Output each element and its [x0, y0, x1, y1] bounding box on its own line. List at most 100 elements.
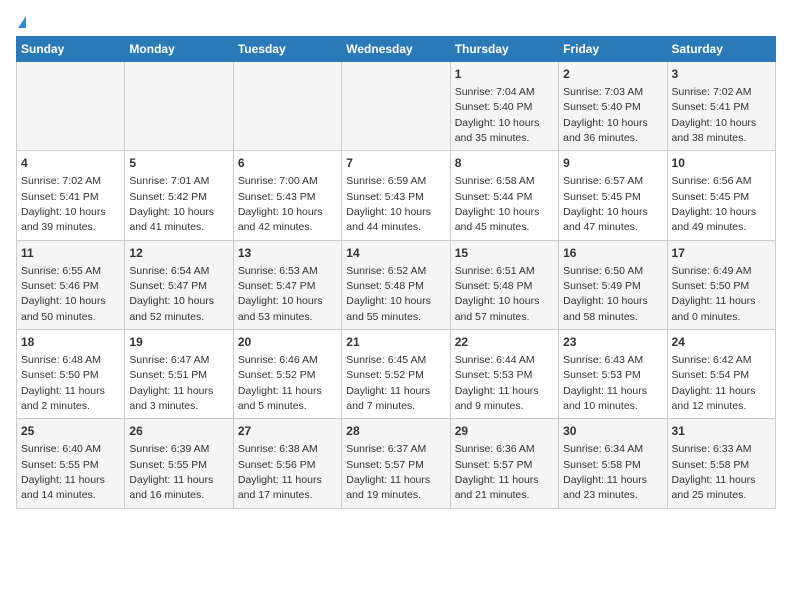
day-number: 20 — [238, 334, 337, 351]
calendar-cell: 2 Sunrise: 7:03 AM Sunset: 5:40 PM Daylig… — [559, 62, 667, 151]
calendar-cell: 25 Sunrise: 6:40 AM Sunset: 5:55 PM Dayli… — [17, 419, 125, 508]
day-number: 15 — [455, 245, 554, 262]
day-number: 17 — [672, 245, 771, 262]
day-info: Sunrise: 6:42 AM Sunset: 5:54 PM Dayligh… — [672, 354, 756, 412]
day-number: 22 — [455, 334, 554, 351]
week-row-1: 1 Sunrise: 7:04 AM Sunset: 5:40 PM Daylig… — [17, 62, 776, 151]
calendar-cell: 13Sunrise: 6:53 AM Sunset: 5:47 PM Dayli… — [233, 240, 341, 329]
calendar-body: 1 Sunrise: 7:04 AM Sunset: 5:40 PM Daylig… — [17, 62, 776, 509]
calendar-cell: 26Sunrise: 6:39 AM Sunset: 5:55 PM Dayli… — [125, 419, 233, 508]
calendar-cell: 24 Sunrise: 6:42 AM Sunset: 5:54 PM Dayli… — [667, 330, 775, 419]
day-number: 10 — [672, 155, 771, 172]
day-number: 21 — [346, 334, 445, 351]
calendar-cell: 7 Sunrise: 6:59 AM Sunset: 5:43 PM Daylig… — [342, 151, 450, 240]
day-number: 24 — [672, 334, 771, 351]
calendar-header: SundayMondayTuesdayWednesdayThursdayFrid… — [17, 37, 776, 62]
day-info: Sunrise: 6:38 AM Sunset: 5:56 PM Dayligh… — [238, 443, 322, 501]
day-number: 1 — [455, 66, 554, 83]
week-row-4: 18 Sunrise: 6:48 AM Sunset: 5:50 PM Dayli… — [17, 330, 776, 419]
day-number: 5 — [129, 155, 228, 172]
week-row-5: 25 Sunrise: 6:40 AM Sunset: 5:55 PM Dayli… — [17, 419, 776, 508]
day-info: Sunrise: 6:44 AM Sunset: 5:53 PM Dayligh… — [455, 354, 539, 412]
day-number: 18 — [21, 334, 120, 351]
header-day-thursday: Thursday — [450, 37, 558, 62]
calendar-cell: 9 Sunrise: 6:57 AM Sunset: 5:45 PM Daylig… — [559, 151, 667, 240]
day-number: 25 — [21, 423, 120, 440]
day-number: 7 — [346, 155, 445, 172]
calendar-cell: 23 Sunrise: 6:43 AM Sunset: 5:53 PM Dayli… — [559, 330, 667, 419]
calendar-cell: 31 Sunrise: 6:33 AM Sunset: 5:58 PM Dayli… — [667, 419, 775, 508]
header-day-saturday: Saturday — [667, 37, 775, 62]
calendar-cell: 15 Sunrise: 6:51 AM Sunset: 5:48 PM Dayli… — [450, 240, 558, 329]
calendar-cell: 18 Sunrise: 6:48 AM Sunset: 5:50 PM Dayli… — [17, 330, 125, 419]
day-number: 8 — [455, 155, 554, 172]
day-info: Sunrise: 6:57 AM Sunset: 5:45 PM Dayligh… — [563, 175, 648, 233]
day-info: Sunrise: 6:50 AM Sunset: 5:49 PM Dayligh… — [563, 265, 648, 323]
day-info: Sunrise: 6:34 AM Sunset: 5:58 PM Dayligh… — [563, 443, 647, 501]
day-info: Sunrise: 6:51 AM Sunset: 5:48 PM Dayligh… — [455, 265, 540, 323]
calendar-cell — [342, 62, 450, 151]
day-info: Sunrise: 6:55 AM Sunset: 5:46 PM Dayligh… — [21, 265, 106, 323]
calendar-cell: 16Sunrise: 6:50 AM Sunset: 5:49 PM Dayli… — [559, 240, 667, 329]
calendar-cell: 14 Sunrise: 6:52 AM Sunset: 5:48 PM Dayli… — [342, 240, 450, 329]
day-info: Sunrise: 7:01 AM Sunset: 5:42 PM Dayligh… — [129, 175, 214, 233]
day-info: Sunrise: 7:04 AM Sunset: 5:40 PM Dayligh… — [455, 86, 540, 144]
day-number: 12 — [129, 245, 228, 262]
calendar-cell: 29Sunrise: 6:36 AM Sunset: 5:57 PM Dayli… — [450, 419, 558, 508]
calendar-cell: 12 Sunrise: 6:54 AM Sunset: 5:47 PM Dayli… — [125, 240, 233, 329]
day-info: Sunrise: 6:37 AM Sunset: 5:57 PM Dayligh… — [346, 443, 430, 501]
calendar-cell: 5 Sunrise: 7:01 AM Sunset: 5:42 PM Daylig… — [125, 151, 233, 240]
header-day-friday: Friday — [559, 37, 667, 62]
header-row: SundayMondayTuesdayWednesdayThursdayFrid… — [17, 37, 776, 62]
calendar-cell: 6Sunrise: 7:00 AM Sunset: 5:43 PM Daylig… — [233, 151, 341, 240]
calendar-cell: 19Sunrise: 6:47 AM Sunset: 5:51 PM Dayli… — [125, 330, 233, 419]
day-info: Sunrise: 6:58 AM Sunset: 5:44 PM Dayligh… — [455, 175, 540, 233]
day-number: 27 — [238, 423, 337, 440]
logo — [16, 16, 26, 28]
calendar-cell: 11 Sunrise: 6:55 AM Sunset: 5:46 PM Dayli… — [17, 240, 125, 329]
day-info: Sunrise: 6:54 AM Sunset: 5:47 PM Dayligh… — [129, 265, 214, 323]
day-number: 14 — [346, 245, 445, 262]
calendar-cell: 3 Sunrise: 7:02 AM Sunset: 5:41 PM Daylig… — [667, 62, 775, 151]
calendar-cell: 17 Sunrise: 6:49 AM Sunset: 5:50 PM Dayli… — [667, 240, 775, 329]
day-number: 31 — [672, 423, 771, 440]
day-number: 4 — [21, 155, 120, 172]
day-info: Sunrise: 7:02 AM Sunset: 5:41 PM Dayligh… — [672, 86, 757, 144]
calendar-cell: 8 Sunrise: 6:58 AM Sunset: 5:44 PM Daylig… — [450, 151, 558, 240]
calendar-cell: 1 Sunrise: 7:04 AM Sunset: 5:40 PM Daylig… — [450, 62, 558, 151]
day-info: Sunrise: 6:47 AM Sunset: 5:51 PM Dayligh… — [129, 354, 213, 412]
day-info: Sunrise: 6:52 AM Sunset: 5:48 PM Dayligh… — [346, 265, 431, 323]
logo-triangle-icon — [18, 16, 26, 28]
day-number: 3 — [672, 66, 771, 83]
day-info: Sunrise: 6:40 AM Sunset: 5:55 PM Dayligh… — [21, 443, 105, 501]
day-number: 9 — [563, 155, 662, 172]
page-header — [16, 16, 776, 28]
day-number: 29 — [455, 423, 554, 440]
day-info: Sunrise: 6:48 AM Sunset: 5:50 PM Dayligh… — [21, 354, 105, 412]
day-number: 23 — [563, 334, 662, 351]
day-number: 26 — [129, 423, 228, 440]
calendar-cell: 20Sunrise: 6:46 AM Sunset: 5:52 PM Dayli… — [233, 330, 341, 419]
day-info: Sunrise: 6:56 AM Sunset: 5:45 PM Dayligh… — [672, 175, 757, 233]
calendar-cell: 27 Sunrise: 6:38 AM Sunset: 5:56 PM Dayli… — [233, 419, 341, 508]
day-number: 2 — [563, 66, 662, 83]
day-info: Sunrise: 6:49 AM Sunset: 5:50 PM Dayligh… — [672, 265, 756, 323]
header-day-monday: Monday — [125, 37, 233, 62]
day-number: 28 — [346, 423, 445, 440]
header-day-tuesday: Tuesday — [233, 37, 341, 62]
day-number: 11 — [21, 245, 120, 262]
day-info: Sunrise: 6:45 AM Sunset: 5:52 PM Dayligh… — [346, 354, 430, 412]
day-info: Sunrise: 7:03 AM Sunset: 5:40 PM Dayligh… — [563, 86, 648, 144]
day-info: Sunrise: 6:59 AM Sunset: 5:43 PM Dayligh… — [346, 175, 431, 233]
day-info: Sunrise: 6:43 AM Sunset: 5:53 PM Dayligh… — [563, 354, 647, 412]
day-info: Sunrise: 7:02 AM Sunset: 5:41 PM Dayligh… — [21, 175, 106, 233]
day-info: Sunrise: 6:53 AM Sunset: 5:47 PM Dayligh… — [238, 265, 323, 323]
calendar-cell: 28 Sunrise: 6:37 AM Sunset: 5:57 PM Dayli… — [342, 419, 450, 508]
header-day-wednesday: Wednesday — [342, 37, 450, 62]
day-info: Sunrise: 6:33 AM Sunset: 5:58 PM Dayligh… — [672, 443, 756, 501]
calendar-cell — [233, 62, 341, 151]
calendar-cell: 30Sunrise: 6:34 AM Sunset: 5:58 PM Dayli… — [559, 419, 667, 508]
calendar-table: SundayMondayTuesdayWednesdayThursdayFrid… — [16, 36, 776, 509]
calendar-cell: 22 Sunrise: 6:44 AM Sunset: 5:53 PM Dayli… — [450, 330, 558, 419]
calendar-cell — [17, 62, 125, 151]
